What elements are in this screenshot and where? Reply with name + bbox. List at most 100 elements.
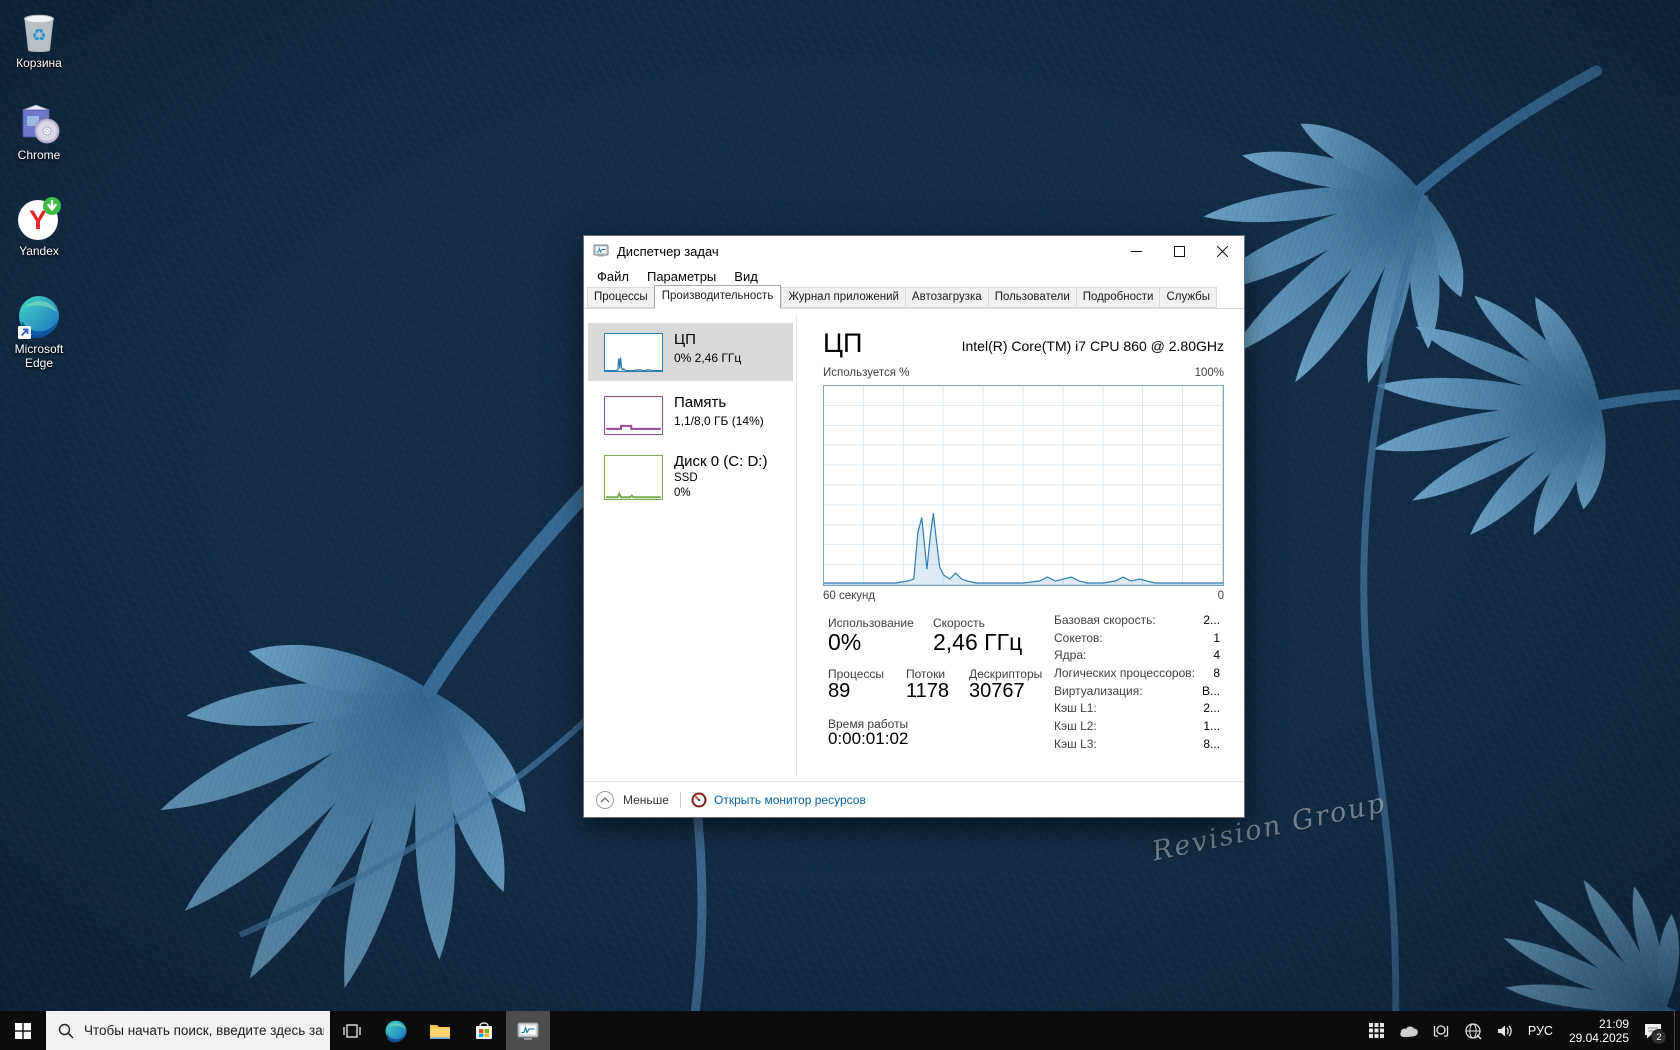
desktop-icon-recycle-bin[interactable]: ♻ Корзина	[2, 8, 76, 70]
system-tray: РУС 21:09 29.04.2025 2	[1361, 1011, 1680, 1050]
cloud-icon	[1399, 1024, 1419, 1038]
title-bar[interactable]: Диспетчер задач	[584, 236, 1244, 266]
detail-value: 2...	[1203, 701, 1220, 719]
close-icon	[1217, 246, 1228, 257]
speed-label: Скорость	[933, 616, 985, 630]
menu-item-file[interactable]: Файл	[588, 266, 638, 286]
chrome-installer-icon	[16, 100, 62, 146]
detail-row-virtualization: Виртуализация:В...	[1054, 684, 1220, 702]
graph-x-left-label: 60 секунд	[823, 590, 875, 602]
detail-value: 8	[1213, 666, 1220, 684]
desktop-icon-yandex[interactable]: Y Yandex	[2, 196, 76, 258]
desktop-icon-label: Yandex	[2, 244, 76, 258]
task-view-icon	[342, 1021, 362, 1041]
desktop-icon-label: Chrome	[2, 148, 76, 162]
performance-pane: ЦП 0% 2,46 ГГц Память 1,1/8,0 ГБ (14%)	[584, 309, 1244, 782]
detail-row-sockets: Сокетов: 1	[1054, 631, 1220, 649]
recycle-bin-icon: ♻	[16, 8, 62, 54]
microsoft-edge-icon	[16, 294, 62, 340]
desktop-icon-microsoft-edge[interactable]: Microsoft Edge	[2, 294, 76, 370]
sidebar-disk-type: SSD	[674, 472, 698, 484]
menu-item-view[interactable]: Вид	[725, 266, 767, 286]
memory-mini-graph	[604, 396, 663, 435]
tab-users[interactable]: Пользователи	[988, 287, 1076, 308]
desktop-icon-label: Microsoft Edge	[2, 342, 76, 370]
action-center-button[interactable]: 2	[1638, 1011, 1668, 1050]
taskbar-clock[interactable]: 21:09 29.04.2025	[1569, 1017, 1629, 1045]
processes-value: 89	[828, 680, 850, 703]
detail-label: Сокетов:	[1054, 631, 1103, 649]
handles-label: Дескрипторы	[969, 667, 1042, 681]
language-indicator[interactable]: РУС	[1528, 1024, 1553, 1038]
search-input[interactable]	[82, 1022, 326, 1039]
onedrive-tray-button[interactable]	[1397, 1018, 1421, 1044]
usage-label: Использование	[828, 616, 914, 630]
detail-row-l1-cache: Кэш L1: 2...	[1054, 701, 1220, 719]
maximize-icon	[1174, 246, 1185, 257]
menu-bar: Файл Параметры Вид	[584, 266, 1244, 286]
speed-value: 2,46 ГГц	[933, 629, 1022, 656]
tab-performance[interactable]: Производительность	[654, 285, 782, 309]
sidebar-item-memory[interactable]: Память 1,1/8,0 ГБ (14%)	[588, 386, 793, 444]
task-view-button[interactable]	[330, 1011, 374, 1050]
detail-label: Кэш L1:	[1054, 701, 1097, 719]
clock-time: 21:09	[1569, 1017, 1629, 1031]
tab-services[interactable]: Службы	[1159, 287, 1217, 308]
task-manager-icon	[516, 1019, 540, 1043]
sidebar-item-cpu[interactable]: ЦП 0% 2,46 ГГц	[588, 323, 793, 381]
cpu-panel: ЦП Intel(R) Core(TM) i7 CPU 860 @ 2.80GH…	[823, 309, 1224, 782]
sidebar-memory-subtitle: 1,1/8,0 ГБ (14%)	[674, 414, 764, 428]
volume-tray-button[interactable]	[1493, 1018, 1517, 1044]
file-explorer-button[interactable]	[418, 1011, 462, 1050]
resource-monitor-icon	[691, 792, 707, 808]
file-explorer-icon	[428, 1019, 452, 1043]
tray-device-button[interactable]	[1429, 1018, 1453, 1044]
cpu-details-list: Базовая скорость:2... Сокетов:1 Ядра:4 Л…	[1054, 613, 1220, 755]
detail-row-cores: Ядра:4	[1054, 648, 1220, 666]
menu-item-options[interactable]: Параметры	[638, 266, 725, 286]
close-button[interactable]	[1201, 236, 1244, 266]
network-tray-button[interactable]	[1461, 1018, 1485, 1044]
globe-no-internet-icon	[1464, 1022, 1482, 1040]
tab-startup[interactable]: Автозагрузка	[905, 287, 988, 308]
microsoft-store-button[interactable]	[462, 1011, 506, 1050]
taskbar: РУС 21:09 29.04.2025 2	[0, 1011, 1680, 1050]
detail-label: Виртуализация:	[1054, 684, 1143, 702]
detail-label: Базовая скорость:	[1054, 613, 1156, 631]
start-button[interactable]	[0, 1011, 46, 1050]
grid-icon	[1369, 1023, 1384, 1038]
microsoft-store-icon	[473, 1020, 495, 1042]
sidebar-item-disk0[interactable]: Диск 0 (C: D:) SSD 0%	[588, 449, 793, 513]
tab-app-history[interactable]: Журнал приложений	[781, 287, 905, 308]
svg-text:♻: ♻	[31, 26, 46, 46]
sidebar-disk-title: Диск 0 (C: D:)	[674, 453, 767, 470]
detail-value: 1...	[1203, 719, 1220, 737]
open-resource-monitor-link[interactable]: Открыть монитор ресурсов	[714, 793, 866, 807]
desktop-icon-label: Корзина	[2, 56, 76, 70]
less-details-button[interactable]	[596, 791, 614, 809]
tray-grid-button[interactable]	[1365, 1018, 1389, 1044]
window-title: Диспетчер задач	[617, 244, 719, 259]
maximize-button[interactable]	[1158, 236, 1201, 266]
clock-date: 29.04.2025	[1569, 1031, 1629, 1045]
tab-processes[interactable]: Процессы	[587, 287, 654, 308]
detail-label: Ядра:	[1054, 648, 1086, 666]
chevron-up-icon	[600, 797, 610, 803]
less-details-label[interactable]: Меньше	[623, 793, 669, 807]
detail-value: 1	[1213, 631, 1220, 649]
task-manager-taskbar-button[interactable]	[506, 1011, 550, 1050]
minimize-button[interactable]	[1115, 236, 1158, 266]
yandex-icon: Y	[16, 196, 62, 242]
desktop-icon-chrome-installer[interactable]: Chrome	[2, 100, 76, 162]
show-desktop-strip[interactable]	[1674, 1011, 1680, 1050]
graph-x-right-label: 0	[1218, 590, 1224, 602]
disk-mini-graph	[604, 455, 663, 500]
tab-details[interactable]: Подробности	[1076, 287, 1160, 308]
search-icon	[58, 1023, 74, 1039]
detail-label: Кэш L2:	[1054, 719, 1097, 737]
tab-strip: Процессы Производительность Журнал прило…	[584, 286, 1244, 309]
task-manager-app-icon	[593, 243, 609, 259]
edge-taskbar-button[interactable]	[374, 1011, 418, 1050]
taskbar-search[interactable]	[46, 1011, 330, 1050]
graph-y-label: Используется %	[823, 367, 909, 379]
